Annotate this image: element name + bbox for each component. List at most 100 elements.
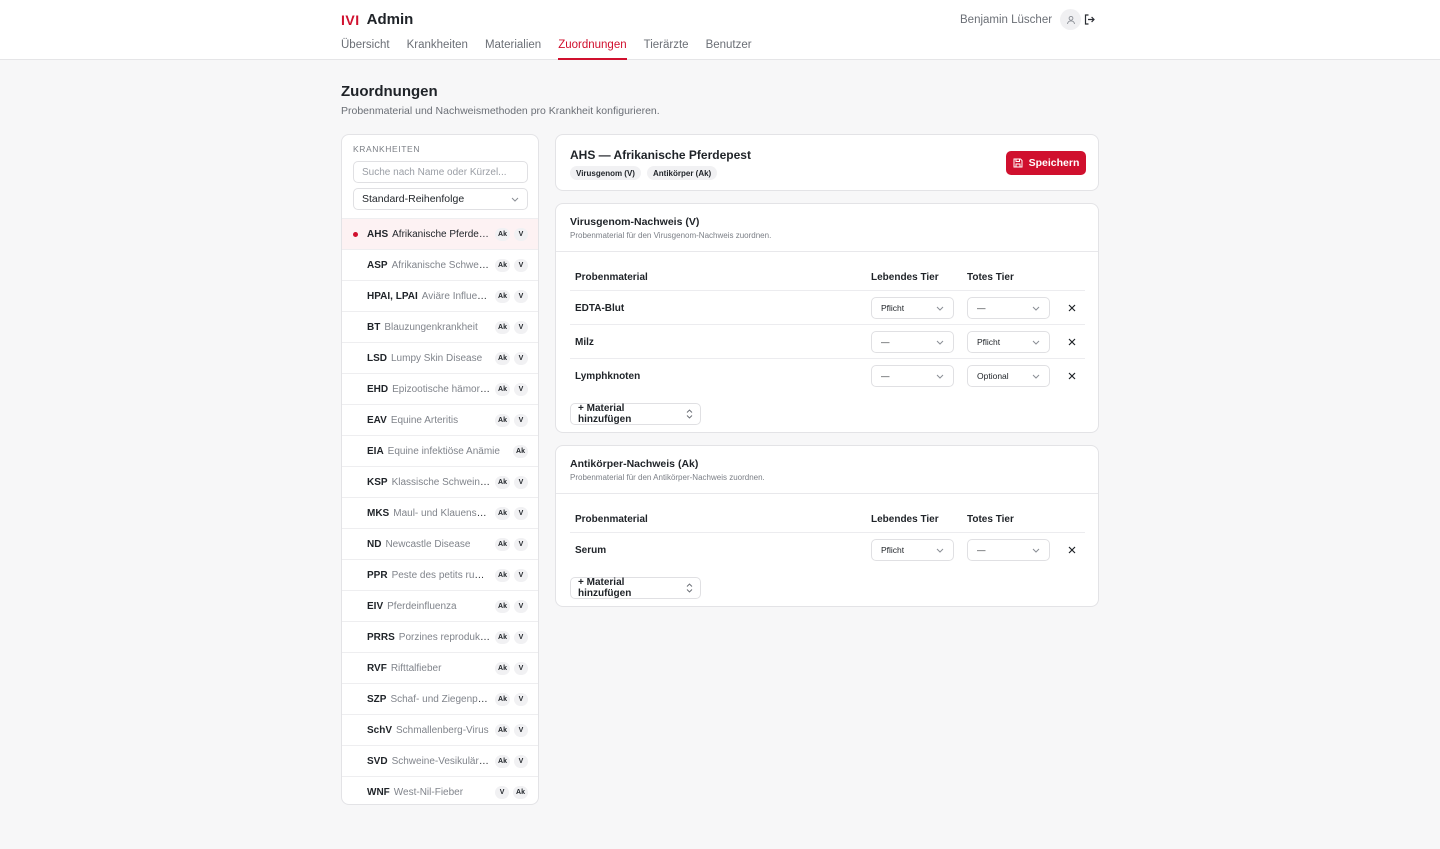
method-badge: V — [514, 352, 528, 365]
sidebar-item-asp[interactable]: ASPAfrikanische Schweinepest Ak V — [342, 249, 538, 280]
sidebar-item-text: HPAI, LPAI Aviäre Influenza — [367, 290, 491, 303]
section-divider — [556, 493, 1098, 494]
disease-name: Pferdeinfluenza — [387, 601, 457, 612]
material-name: EDTA-Blut — [575, 303, 625, 314]
live-animal-select[interactable]: Pflicht — [871, 297, 954, 319]
sidebar-item-text: BT Blauzungenkrankheit — [367, 321, 491, 334]
disease-name: Epizootische hämorrhagische Krankheit — [392, 384, 491, 395]
nav-tab-uebersicht[interactable]: Übersicht — [341, 39, 390, 60]
method-badges: Ak V — [495, 631, 528, 644]
method-badge: V — [514, 538, 528, 551]
sidebar-item-eiv[interactable]: EIV Pferdeinfluenza Ak V — [342, 590, 538, 621]
method-badge: V — [514, 662, 528, 675]
nav-tab-zuordnungen[interactable]: Zuordnungen — [558, 39, 627, 60]
sidebar-item-ehd[interactable]: EHDEpizootische hämorrhagische Krankheit… — [342, 373, 538, 404]
chevron-down-icon — [1032, 340, 1040, 345]
method-badge: Ak — [495, 414, 510, 427]
disease-title: AHS — Afrikanische Pferdepest — [570, 148, 751, 162]
chevron-down-icon — [1032, 374, 1040, 379]
sidebar-item-nd[interactable]: ND Newcastle Disease Ak V — [342, 528, 538, 559]
close-icon[interactable] — [1066, 544, 1078, 556]
add-material-button[interactable]: + Material hinzufügen — [570, 577, 701, 599]
sidebar-item-text: SVDSchweine-Vesikulärkrankheit — [367, 755, 491, 768]
chevron-down-icon — [1032, 306, 1040, 311]
sidebar-item-rvf[interactable]: RVF Rifttalfieber Ak V — [342, 652, 538, 683]
chevron-down-icon — [1032, 548, 1040, 553]
method-badges: Ak V — [495, 662, 528, 675]
disease-name: Afrikanische Schweinepest — [391, 260, 491, 271]
disease-abbreviation: EHD — [367, 384, 389, 395]
disease-abbreviation: MKS — [367, 508, 390, 519]
user-menu[interactable]: Benjamin Lüscher — [960, 9, 1082, 30]
method-badge: Ak — [513, 786, 528, 799]
method-badges: Ak V — [495, 600, 528, 613]
top-bar: IVI Admin Übersicht Krankheiten Material… — [0, 0, 1440, 60]
add-material-button[interactable]: + Material hinzufügen — [570, 403, 701, 425]
disease-name: Klassische Schweinepest — [391, 477, 491, 488]
chevron-down-icon — [936, 548, 944, 553]
select-value: — — [977, 545, 986, 555]
sidebar-item-hpai-lpai[interactable]: HPAI, LPAI Aviäre Influenza Ak V — [342, 280, 538, 311]
sidebar-item-text: EIA Equine infektiöse Anämie — [367, 445, 507, 458]
sidebar-item-bt[interactable]: BT Blauzungenkrankheit Ak V — [342, 311, 538, 342]
close-icon[interactable] — [1066, 302, 1078, 314]
brand[interactable]: IVI Admin — [341, 11, 413, 28]
user-icon[interactable] — [1060, 9, 1082, 30]
sidebar-item-ppr[interactable]: PPRPeste des petits ruminants Ak V — [342, 559, 538, 590]
main-nav: Übersicht Krankheiten Materialien Zuordn… — [341, 39, 752, 60]
disease-abbreviation: ASP — [367, 260, 388, 271]
live-animal-select[interactable]: Pflicht — [871, 539, 954, 561]
dead-animal-select[interactable]: — — [967, 539, 1050, 561]
sidebar-item-text: SZPSchaf- und Ziegenpocken — [367, 693, 491, 706]
add-material-label: + Material hinzufügen — [578, 403, 632, 425]
user-name: Benjamin Lüscher — [960, 13, 1053, 26]
disease-sidebar: Krankheiten Standard-Reihenfolge AHSAfri… — [341, 134, 539, 805]
sidebar-item-eia[interactable]: EIA Equine infektiöse Anämie Ak — [342, 435, 538, 466]
sidebar-item-svd[interactable]: SVDSchweine-Vesikulärkrankheit Ak V — [342, 745, 538, 776]
active-indicator-dot — [353, 232, 358, 237]
section-title: Virusgenom-Nachweis (V) — [570, 216, 700, 228]
sidebar-item-prrs[interactable]: PRRSPorzines reproduktives und respirato… — [342, 621, 538, 652]
sidebar-item-wnf[interactable]: WNF West-Nil-Fieber V Ak — [342, 776, 538, 804]
sidebar-item-text: EAV Equine Arteritis — [367, 414, 491, 427]
live-animal-column-header: Lebendes Tier — [871, 272, 939, 283]
sidebar-item-lsd[interactable]: LSD Lumpy Skin Disease Ak V — [342, 342, 538, 373]
live-animal-select[interactable]: — — [871, 331, 954, 353]
disease-abbreviation: KSP — [367, 477, 388, 488]
disease-abbreviation: PPR — [367, 570, 388, 581]
method-badges: Ak V — [495, 569, 528, 582]
sidebar-item-schv[interactable]: SchV Schmallenberg-Virus Ak V — [342, 714, 538, 745]
disease-header-card: AHS — Afrikanische Pferdepest Virusgenom… — [555, 134, 1099, 191]
method-badge: Ak — [513, 445, 528, 458]
material-column-header: Probenmaterial — [575, 272, 648, 283]
dead-animal-select[interactable]: Optional — [967, 365, 1050, 387]
nav-tab-krankheiten[interactable]: Krankheiten — [407, 39, 468, 60]
live-animal-select[interactable]: — — [871, 365, 954, 387]
method-badge: Ak — [495, 321, 510, 334]
dead-animal-select[interactable]: Pflicht — [967, 331, 1050, 353]
sidebar-item-szp[interactable]: SZPSchaf- und Ziegenpocken Ak V — [342, 683, 538, 714]
disease-abbreviation: ND — [367, 539, 382, 550]
nav-tab-materialien[interactable]: Materialien — [485, 39, 541, 60]
sidebar-item-ksp[interactable]: KSPKlassische Schweinepest Ak V — [342, 466, 538, 497]
method-badges: Ak V — [495, 724, 528, 737]
sidebar-item-eav[interactable]: EAV Equine Arteritis Ak V — [342, 404, 538, 435]
nav-tab-tieraerzte[interactable]: Tierärzte — [644, 39, 689, 60]
method-badges: Ak V — [495, 414, 528, 427]
method-badge: Ak — [495, 755, 510, 768]
dead-animal-select[interactable]: — — [967, 297, 1050, 319]
method-badge: V — [514, 476, 528, 489]
save-button[interactable]: Speichern — [1006, 151, 1086, 175]
disease-list: AHS Afrikanische Pferdepest Ak V ASP Afrikani… — [342, 218, 538, 804]
disease-abbreviation: EIA — [367, 446, 384, 457]
nav-tab-benutzer[interactable]: Benutzer — [706, 39, 752, 60]
dead-animal-column-header: Totes Tier — [967, 514, 1014, 525]
sidebar-item-mks[interactable]: MKSMaul- und Klauenseuche Ak V — [342, 497, 538, 528]
method-badge: Ak — [495, 352, 510, 365]
sidebar-item-ahs[interactable]: AHS Afrikanische Pferdepest Ak V — [342, 218, 538, 249]
close-icon[interactable] — [1066, 336, 1078, 348]
close-icon[interactable] — [1066, 370, 1078, 382]
sort-select[interactable]: Standard-Reihenfolge — [353, 188, 528, 210]
logout-icon[interactable] — [1082, 12, 1096, 26]
disease-search-input[interactable] — [353, 161, 528, 183]
